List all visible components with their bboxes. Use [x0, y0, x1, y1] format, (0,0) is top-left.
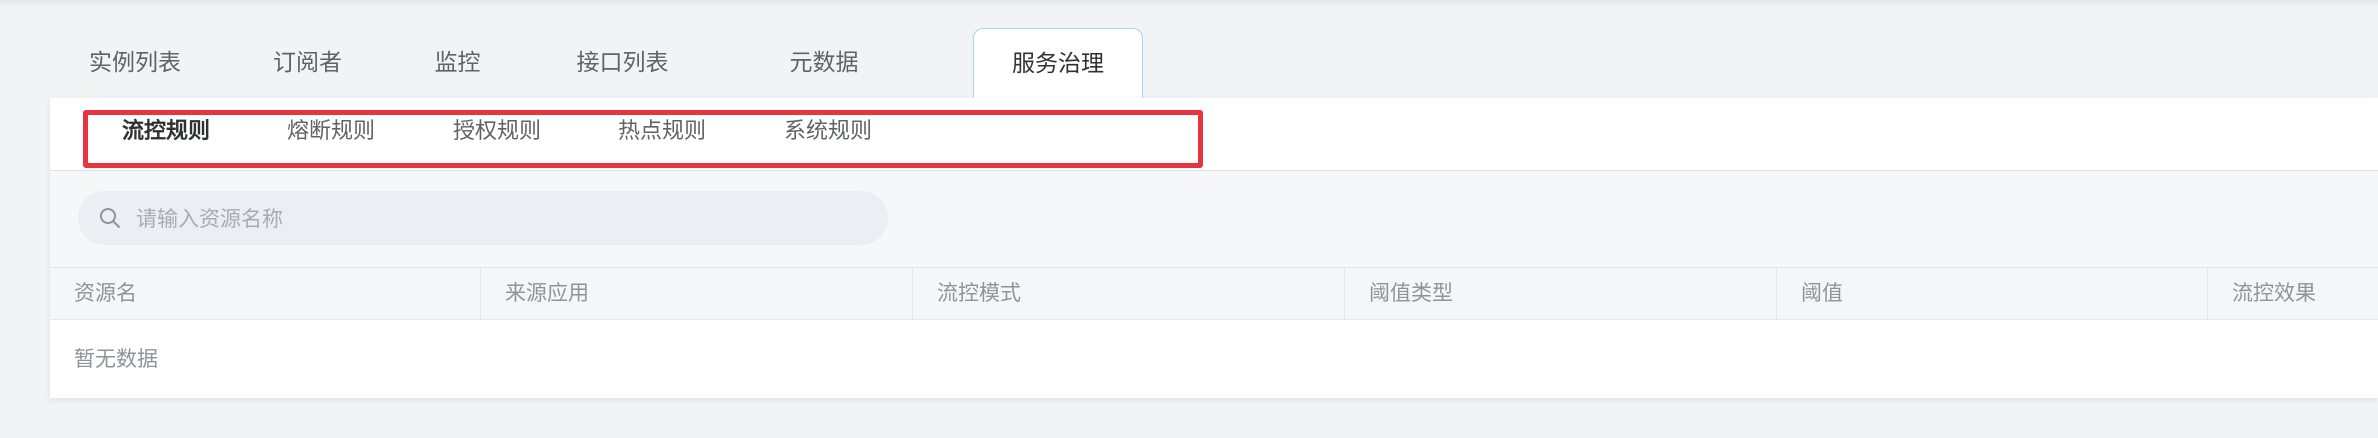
column-source-app[interactable]: 来源应用 [481, 268, 913, 319]
tab-service-governance[interactable]: 服务治理 [973, 28, 1143, 98]
tab-monitoring[interactable]: 监控 [395, 28, 520, 98]
filter-area [50, 171, 2378, 267]
table-empty-row: 暂无数据 [50, 320, 2378, 398]
tab-metadata[interactable]: 元数据 [725, 28, 923, 98]
column-resource-name[interactable]: 资源名 [50, 268, 481, 319]
annotation-highlight-box [83, 110, 1203, 168]
column-flow-control-mode[interactable]: 流控模式 [913, 268, 1345, 319]
main-tabs: 实例列表 订阅者 监控 接口列表 元数据 服务治理 [50, 28, 2378, 126]
tab-interface-list[interactable]: 接口列表 [520, 28, 725, 98]
top-shadow [0, 0, 2378, 8]
search-box[interactable] [78, 191, 888, 247]
column-flow-control-effect[interactable]: 流控效果 [2208, 268, 2378, 319]
column-threshold[interactable]: 阈值 [1777, 268, 2208, 319]
empty-state-text: 暂无数据 [74, 347, 158, 371]
table-header: 资源名 来源应用 流控模式 阈值类型 阈值 流控效果 [50, 267, 2378, 320]
search-icon [100, 208, 120, 228]
search-input[interactable] [134, 191, 858, 247]
rule-sub-tabs: 流控规则 熔断规则 授权规则 热点规则 系统规则 [50, 98, 2378, 170]
tab-instance-list[interactable]: 实例列表 [50, 28, 220, 98]
column-threshold-type[interactable]: 阈值类型 [1345, 268, 1777, 319]
tab-subscribers[interactable]: 订阅者 [220, 28, 395, 98]
governance-panel: 流控规则 熔断规则 授权规则 热点规则 系统规则 资源名 来源应用 流控模式 阈… [50, 98, 2378, 398]
